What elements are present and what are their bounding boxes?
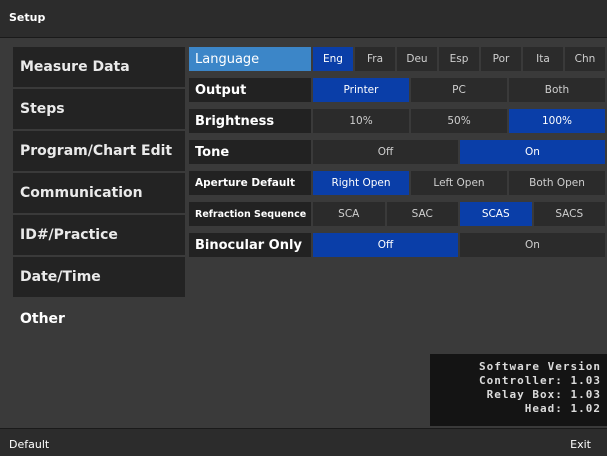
sidebar-item-other[interactable]: Other — [13, 299, 185, 339]
option-eng[interactable]: Eng — [313, 47, 353, 71]
version-relay-box: Relay Box: 1.03 — [486, 388, 601, 401]
option-both-open[interactable]: Both Open — [509, 171, 605, 195]
option-chn[interactable]: Chn — [565, 47, 605, 71]
sidebar-item-program-chart-edit[interactable]: Program/Chart Edit — [13, 131, 185, 171]
setting-options: SCA SAC SCAS SACS — [313, 202, 607, 226]
sidebar-item-measure-data[interactable]: Measure Data — [13, 47, 185, 87]
setting-options: Printer PC Both — [313, 78, 607, 102]
setting-options: Right Open Left Open Both Open — [313, 171, 607, 195]
option-scas[interactable]: SCAS — [460, 202, 532, 226]
default-button[interactable]: Default — [9, 438, 49, 451]
option-10pct[interactable]: 10% — [313, 109, 409, 133]
setting-row-language: Language Eng Fra Deu Esp Por Ita Chn — [189, 47, 607, 71]
option-on[interactable]: On — [460, 140, 605, 164]
window-title: Setup — [9, 11, 46, 24]
option-sca[interactable]: SCA — [313, 202, 385, 226]
setting-row-refraction-sequence: Refraction Sequence SCA SAC SCAS SACS — [189, 202, 607, 226]
sidebar-item-steps[interactable]: Steps — [13, 89, 185, 129]
bottom-bar: Default Exit — [0, 428, 607, 456]
setting-row-aperture-default: Aperture Default Right Open Left Open Both… — [189, 171, 607, 195]
setting-label-language: Language — [189, 47, 311, 71]
option-50pct[interactable]: 50% — [411, 109, 507, 133]
sidebar-item-id-practice[interactable]: ID#/Practice — [13, 215, 185, 255]
option-left-open[interactable]: Left Open — [411, 171, 507, 195]
sidebar-item-communication[interactable]: Communication — [13, 173, 185, 213]
setting-options: Eng Fra Deu Esp Por Ita Chn — [313, 47, 607, 71]
version-title: Software Version — [479, 360, 601, 373]
software-version-panel: Software Version Controller: 1.03 Relay … — [430, 354, 607, 426]
sidebar: Measure Data Steps Program/Chart Edit Co… — [13, 47, 185, 341]
option-right-open[interactable]: Right Open — [313, 171, 409, 195]
option-ita[interactable]: Ita — [523, 47, 563, 71]
option-both[interactable]: Both — [509, 78, 605, 102]
setting-row-binocular-only: Binocular Only Off On — [189, 233, 607, 257]
option-printer[interactable]: Printer — [313, 78, 409, 102]
option-off[interactable]: Off — [313, 140, 458, 164]
setting-row-tone: Tone Off On — [189, 140, 607, 164]
setting-options: Off On — [313, 140, 607, 164]
setting-label-tone: Tone — [189, 140, 311, 164]
main-panel: Measure Data Steps Program/Chart Edit Co… — [0, 38, 607, 428]
option-fra[interactable]: Fra — [355, 47, 395, 71]
setting-label-aperture-default: Aperture Default — [189, 171, 311, 195]
option-off[interactable]: Off — [313, 233, 458, 257]
version-controller: Controller: 1.03 — [479, 374, 601, 387]
option-sacs[interactable]: SACS — [533, 202, 605, 226]
option-on[interactable]: On — [460, 233, 605, 257]
setting-label-brightness: Brightness — [189, 109, 311, 133]
settings-panel: Language Eng Fra Deu Esp Por Ita Chn Output Pr… — [189, 47, 607, 264]
setting-row-brightness: Brightness 10% 50% 100% — [189, 109, 607, 133]
setting-label-refraction-sequence: Refraction Sequence — [189, 202, 311, 226]
option-sac[interactable]: SAC — [386, 202, 458, 226]
setting-label-binocular-only: Binocular Only — [189, 233, 311, 257]
option-por[interactable]: Por — [481, 47, 521, 71]
title-bar: Setup — [0, 0, 607, 38]
setting-options: 10% 50% 100% — [313, 109, 607, 133]
version-head: Head: 1.02 — [524, 402, 601, 415]
option-deu[interactable]: Deu — [397, 47, 437, 71]
option-esp[interactable]: Esp — [439, 47, 479, 71]
setting-label-output: Output — [189, 78, 311, 102]
option-100pct[interactable]: 100% — [509, 109, 605, 133]
option-pc[interactable]: PC — [411, 78, 507, 102]
setting-row-output: Output Printer PC Both — [189, 78, 607, 102]
setting-options: Off On — [313, 233, 607, 257]
exit-button[interactable]: Exit — [570, 438, 591, 451]
sidebar-item-date-time[interactable]: Date/Time — [13, 257, 185, 297]
